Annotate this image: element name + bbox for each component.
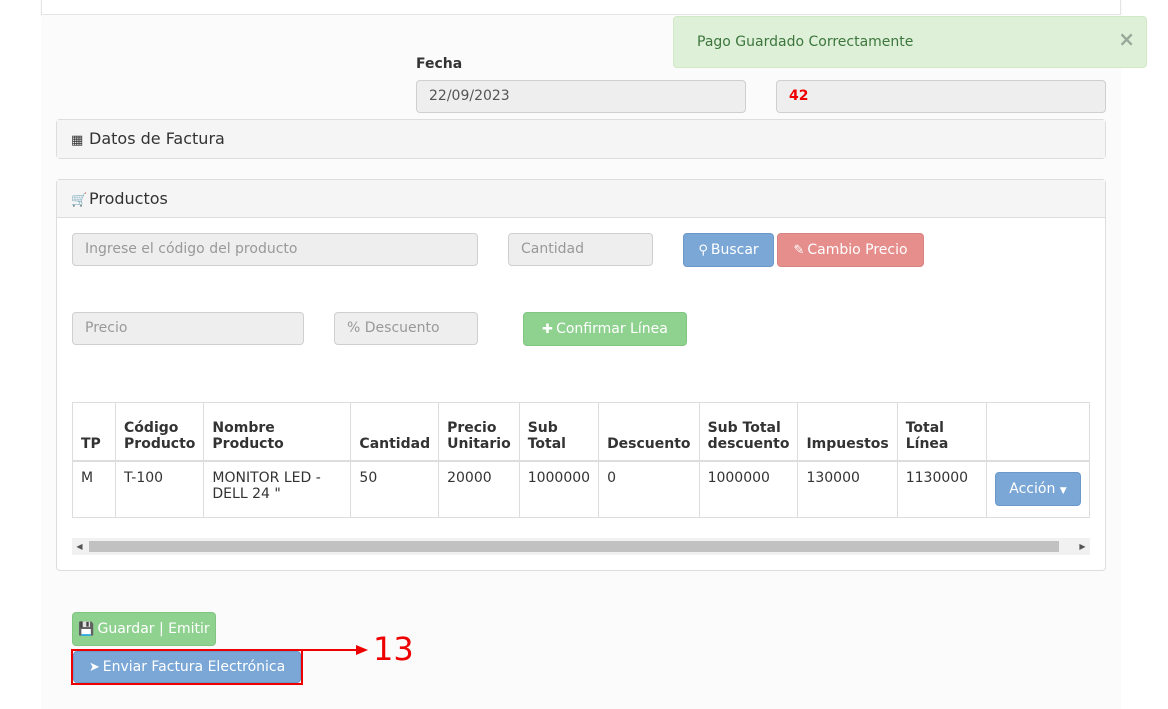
- col-cantidad: Cantidad: [350, 402, 440, 462]
- close-icon[interactable]: ×: [1118, 14, 1135, 64]
- accion-label: Acción: [1009, 481, 1056, 498]
- plus-icon: ✚: [542, 322, 554, 337]
- col-codigo: Código Producto: [115, 402, 205, 462]
- col-sub-total: Sub Total: [518, 402, 600, 462]
- productos-title: Productos: [89, 189, 168, 208]
- productos-heading: 🛒 Productos: [57, 180, 1105, 218]
- scrollbar-thumb[interactable]: [89, 541, 1059, 552]
- fecha-input[interactable]: 22/09/2023: [416, 80, 746, 113]
- buscar-button-label: Buscar: [710, 242, 759, 258]
- cambio-precio-button[interactable]: ✎ Cambio Precio: [777, 233, 924, 267]
- col-tp: TP: [71, 402, 117, 462]
- caret-down-icon: ▼: [1059, 486, 1067, 497]
- col-nombre: Nombre Producto: [203, 402, 352, 462]
- toast-message: Pago Guardado Correctamente: [697, 34, 914, 50]
- cell-codigo: T-100: [115, 460, 205, 518]
- guardar-emitir-button[interactable]: 💾 Guardar | Emitir: [72, 612, 216, 646]
- datos-factura-title: Datos de Factura: [89, 129, 225, 148]
- calculator-icon: ▦: [71, 133, 84, 148]
- buscar-button[interactable]: ⚲ Buscar: [683, 233, 774, 267]
- precio-input[interactable]: Precio: [72, 312, 304, 345]
- documento-input[interactable]: 42: [776, 80, 1106, 113]
- cell-impuestos: 130000: [797, 460, 898, 518]
- annotation-arrow-head: [356, 645, 368, 655]
- annotation-highlight-box: [71, 649, 303, 685]
- col-descuento: Descuento: [598, 402, 700, 462]
- table-row: M T-100 MONITOR LED - DELL 24 " 50 20000…: [71, 460, 1090, 518]
- confirmar-linea-button[interactable]: ✚ Confirmar Línea: [523, 312, 687, 346]
- col-accion: [986, 402, 1090, 462]
- top-card: [41, 0, 1121, 15]
- cell-nombre: MONITOR LED - DELL 24 ": [203, 460, 352, 518]
- datos-factura-panel[interactable]: ▦ Datos de Factura: [56, 119, 1106, 159]
- table-header-row: TP Código Producto Nombre Producto Canti…: [71, 402, 1090, 462]
- cambio-precio-label: Cambio Precio: [807, 242, 908, 258]
- col-impuestos: Impuestos: [797, 402, 898, 462]
- scroll-left-icon[interactable]: ◀: [75, 541, 84, 552]
- save-icon: 💾: [78, 622, 95, 637]
- annotation-number: 13: [373, 630, 414, 668]
- datos-factura-heading[interactable]: ▦ Datos de Factura: [57, 120, 1105, 158]
- col-precio-unitario: Precio Unitario: [438, 402, 520, 462]
- cell-total-linea: 1130000: [896, 460, 988, 518]
- search-icon: ⚲: [698, 243, 708, 258]
- cell-precio-unitario: 20000: [438, 460, 520, 518]
- cell-sub-total-descuento: 1000000: [698, 460, 799, 518]
- cell-cantidad: 50: [350, 460, 440, 518]
- cell-tp: M: [71, 460, 117, 518]
- table-scrollbar[interactable]: ◀ ▶: [72, 538, 1090, 555]
- productos-table: TP Código Producto Nombre Producto Canti…: [71, 402, 1090, 518]
- success-toast: Pago Guardado Correctamente ×: [673, 16, 1147, 68]
- scroll-right-icon[interactable]: ▶: [1078, 541, 1087, 552]
- cell-descuento: 0: [598, 460, 700, 518]
- accion-dropdown-button[interactable]: Acción ▼: [995, 472, 1081, 507]
- codigo-producto-input[interactable]: Ingrese el código del producto: [72, 233, 478, 266]
- cart-icon: 🛒: [71, 193, 88, 208]
- confirmar-linea-label: Confirmar Línea: [556, 321, 668, 337]
- descuento-input[interactable]: % Descuento: [334, 312, 478, 345]
- edit-icon: ✎: [793, 243, 805, 258]
- cell-sub-total: 1000000: [518, 460, 600, 518]
- col-sub-total-descuento: Sub Total descuento: [698, 402, 799, 462]
- cantidad-input[interactable]: Cantidad: [508, 233, 653, 266]
- col-total-linea: Total Línea: [896, 402, 988, 462]
- guardar-emitir-label: Guardar | Emitir: [97, 621, 210, 637]
- fecha-label: Fecha: [416, 56, 463, 72]
- annotation-arrow-line: [303, 649, 358, 651]
- cell-accion: Acción ▼: [986, 460, 1090, 518]
